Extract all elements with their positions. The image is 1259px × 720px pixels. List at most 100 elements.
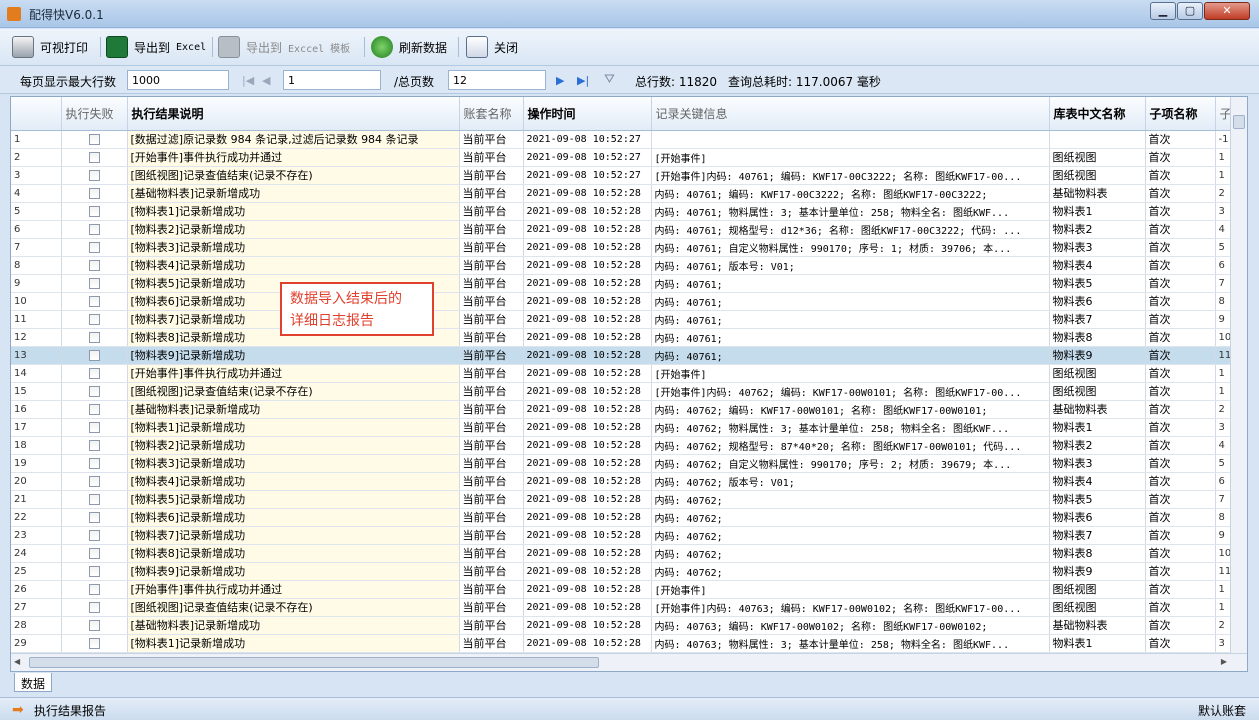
first-page-icon[interactable]: |◀ <box>242 74 254 87</box>
failed-checkbox[interactable] <box>88 566 100 577</box>
failed-checkbox[interactable] <box>88 242 100 253</box>
status-right[interactable]: 默认账套 <box>1198 702 1246 719</box>
failed-checkbox[interactable] <box>88 188 100 199</box>
table-row[interactable]: 4 [基础物料表]记录新增成功 当前平台 2021-09-08 10:52:28 内码:… <box>11 184 1233 203</box>
table-row[interactable]: 21 [物料表5]记录新增成功 当前平台 2021-09-08 10:52:28 内码:… <box>11 490 1233 509</box>
row-number: 28 <box>11 616 62 635</box>
failed-checkbox[interactable] <box>88 260 100 271</box>
result-desc: [数据过滤]原记录数 984 条记录,过滤后记录数 984 条记录 <box>127 130 460 149</box>
horizontal-scrollbar[interactable]: ◀ ▶ <box>11 653 1247 671</box>
table-row[interactable]: 7 [物料表3]记录新增成功 当前平台 2021-09-08 10:52:28 内码: … <box>11 238 1233 257</box>
failed-checkbox[interactable] <box>88 170 100 181</box>
failed-checkbox[interactable] <box>88 494 100 505</box>
table-row[interactable]: 10 [物料表6]记录新增成功 当前平台 2021-09-08 10:52:28 内码:… <box>11 292 1233 311</box>
last-page-icon[interactable]: ▶| <box>577 74 589 87</box>
result-desc: [开始事件]事件执行成功并通过 <box>127 580 460 599</box>
failed-checkbox[interactable] <box>88 530 100 541</box>
failed-checkbox[interactable] <box>88 386 100 397</box>
table-row[interactable]: 5 [物料表1]记录新增成功 当前平台 2021-09-08 10:52:28 内码: … <box>11 202 1233 221</box>
failed-checkbox[interactable] <box>88 368 100 379</box>
failed-checkbox[interactable] <box>88 602 100 613</box>
failed-checkbox-cell <box>61 202 128 221</box>
table-row[interactable]: 8 [物料表4]记录新增成功 当前平台 2021-09-08 10:52:28 内码: … <box>11 256 1233 275</box>
maximize-button[interactable]: ▢ <box>1177 2 1203 20</box>
table-row[interactable]: 13 [物料表9]记录新增成功 当前平台 2021-09-08 10:52:28 内码:… <box>11 346 1233 365</box>
failed-checkbox[interactable] <box>88 584 100 595</box>
table-row[interactable]: 25 [物料表9]记录新增成功 当前平台 2021-09-08 10:52:28 内码:… <box>11 562 1233 581</box>
failed-checkbox[interactable] <box>88 404 100 415</box>
failed-checkbox[interactable] <box>88 422 100 433</box>
col-header-subitem[interactable]: 子项名称 <box>1145 97 1216 131</box>
table-row[interactable]: 17 [物料表1]记录新增成功 当前平台 2021-09-08 10:52:28 内码:… <box>11 418 1233 437</box>
failed-checkbox[interactable] <box>88 638 100 649</box>
row-number: 9 <box>11 274 62 293</box>
table-row[interactable]: 20 [物料表4]记录新增成功 当前平台 2021-09-08 10:52:28 内码:… <box>11 472 1233 491</box>
failed-checkbox[interactable] <box>88 206 100 217</box>
table-row[interactable]: 18 [物料表2]记录新增成功 当前平台 2021-09-08 10:52:28 内码:… <box>11 436 1233 455</box>
horizontal-scroll-thumb[interactable] <box>29 657 599 668</box>
prev-page-icon[interactable]: ◀ <box>262 74 270 87</box>
failed-checkbox[interactable] <box>88 296 100 307</box>
operation-time: 2021-09-08 10:52:28 <box>523 382 652 401</box>
total-pages-label: /总页数 <box>394 75 435 89</box>
scroll-left-icon[interactable]: ◀ <box>14 657 20 666</box>
col-header-table[interactable]: 库表中文名称 <box>1049 97 1146 131</box>
col-header-key[interactable]: 记录关键信息 <box>651 97 1050 131</box>
table-row[interactable]: 27 [图纸视图]记录查值结束(记录不存在) 当前平台 2021-09-08 10:5… <box>11 598 1233 617</box>
max-rows-input[interactable] <box>127 70 229 90</box>
col-header-time[interactable]: 操作时间 <box>523 97 652 131</box>
table-row[interactable]: 6 [物料表2]记录新增成功 当前平台 2021-09-08 10:52:28 内码: … <box>11 220 1233 239</box>
close-window-button[interactable]: ✕ <box>1204 2 1250 20</box>
failed-checkbox[interactable] <box>88 458 100 469</box>
vertical-scrollbar[interactable] <box>1230 97 1247 654</box>
failed-checkbox[interactable] <box>88 512 100 523</box>
table-row[interactable]: 28 [基础物料表]记录新增成功 当前平台 2021-09-08 10:52:28 内码… <box>11 616 1233 635</box>
failed-checkbox[interactable] <box>88 332 100 343</box>
table-row[interactable]: 1 [数据过滤]原记录数 984 条记录,过滤后记录数 984 条记录 当前平台 20… <box>11 130 1233 149</box>
failed-checkbox[interactable] <box>88 440 100 451</box>
failed-checkbox[interactable] <box>88 476 100 487</box>
table-row[interactable]: 19 [物料表3]记录新增成功 当前平台 2021-09-08 10:52:28 内码:… <box>11 454 1233 473</box>
failed-checkbox[interactable] <box>88 314 100 325</box>
failed-checkbox[interactable] <box>88 134 100 145</box>
page-input[interactable] <box>283 70 381 90</box>
table-row[interactable]: 22 [物料表6]记录新增成功 当前平台 2021-09-08 10:52:28 内码:… <box>11 508 1233 527</box>
export-excel-button[interactable]: 导出到 Excel <box>106 35 206 59</box>
refresh-button[interactable]: 刷新数据 <box>371 35 447 59</box>
table-row[interactable]: 29 [物料表1]记录新增成功 当前平台 2021-09-08 10:52:28 内码:… <box>11 634 1233 653</box>
next-page-icon[interactable]: ▶ <box>556 74 564 87</box>
account-name: 当前平台 <box>459 256 524 275</box>
print-button[interactable]: 可视打印 <box>12 35 88 59</box>
table-row[interactable]: 3 [图纸视图]记录查值结束(记录不存在) 当前平台 2021-09-08 10:52… <box>11 166 1233 185</box>
col-header-failed[interactable]: 执行失败 <box>61 97 128 131</box>
table-row[interactable]: 26 [开始事件]事件执行成功并通过 当前平台 2021-09-08 10:52:28… <box>11 580 1233 599</box>
failed-checkbox[interactable] <box>88 224 100 235</box>
table-row[interactable]: 15 [图纸视图]记录查值结束(记录不存在) 当前平台 2021-09-08 10:5… <box>11 382 1233 401</box>
failed-checkbox[interactable] <box>88 278 100 289</box>
table-row[interactable]: 2 [开始事件]事件执行成功并通过 当前平台 2021-09-08 10:52:27[… <box>11 148 1233 167</box>
subitem-name: 首次 <box>1145 202 1216 221</box>
table-row[interactable]: 16 [基础物料表]记录新增成功 当前平台 2021-09-08 10:52:28 内码… <box>11 400 1233 419</box>
failed-checkbox[interactable] <box>88 548 100 559</box>
col-header-desc[interactable]: 执行结果说明 <box>127 97 460 131</box>
table-row[interactable]: 14 [开始事件]事件执行成功并通过 当前平台 2021-09-08 10:52:28… <box>11 364 1233 383</box>
close-button[interactable]: 关闭 <box>466 35 518 59</box>
operation-time: 2021-09-08 10:52:27 <box>523 148 652 167</box>
failed-checkbox[interactable] <box>88 620 100 631</box>
result-desc: [图纸视图]记录查值结束(记录不存在) <box>127 598 460 617</box>
col-header-account[interactable]: 账套名称 <box>459 97 524 131</box>
scroll-right-icon[interactable]: ▶ <box>1221 657 1227 666</box>
minimize-button[interactable]: ▁ <box>1150 2 1176 20</box>
vertical-scroll-thumb[interactable] <box>1233 115 1245 129</box>
table-row[interactable]: 23 [物料表7]记录新增成功 当前平台 2021-09-08 10:52:28 内码:… <box>11 526 1233 545</box>
export-template-button[interactable]: 导出到 Exccel 模板 <box>218 35 350 59</box>
tab-data[interactable]: 数据 <box>14 673 53 692</box>
failed-checkbox[interactable] <box>88 152 100 163</box>
failed-checkbox[interactable] <box>88 350 100 361</box>
operation-time: 2021-09-08 10:52:28 <box>523 202 652 221</box>
table-row[interactable]: 12 [物料表8]记录新增成功 当前平台 2021-09-08 10:52:28 内码:… <box>11 328 1233 347</box>
table-row[interactable]: 9 [物料表5]记录新增成功 当前平台 2021-09-08 10:52:28 内码: … <box>11 274 1233 293</box>
filter-icon[interactable]: ⛛ <box>604 72 615 87</box>
table-row[interactable]: 24 [物料表8]记录新增成功 当前平台 2021-09-08 10:52:28 内码:… <box>11 544 1233 563</box>
table-row[interactable]: 11 [物料表7]记录新增成功 当前平台 2021-09-08 10:52:28 内码:… <box>11 310 1233 329</box>
